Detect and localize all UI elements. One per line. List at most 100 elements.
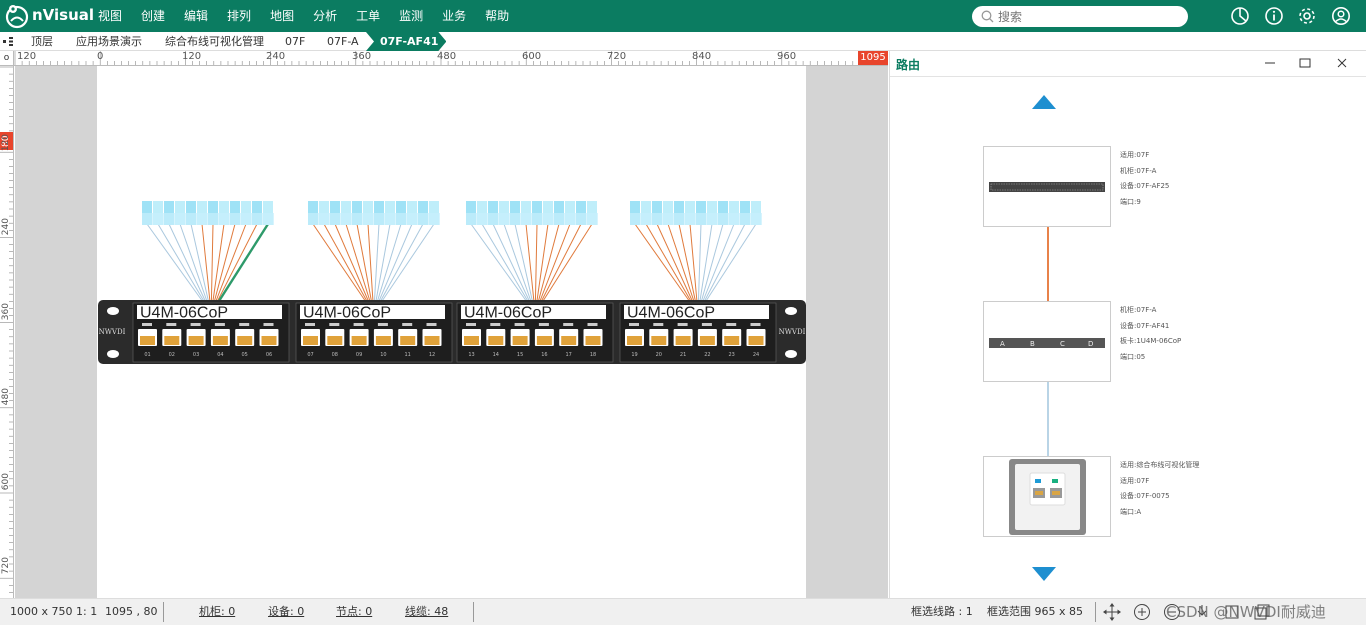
pie-chart-icon[interactable]: [1230, 6, 1250, 26]
port-led: [750, 323, 761, 326]
port-number: 11: [405, 352, 411, 358]
menu-help[interactable]: 帮助: [485, 0, 519, 32]
menu-workorder[interactable]: 工单: [356, 0, 390, 32]
info-line: 端口:9: [1120, 197, 1141, 206]
scroll-up-arrow-icon[interactable]: [1032, 95, 1056, 109]
drawing-canvas[interactable]: NWVDI NWVDI U4M-06CoP 01 02 03 04 05 06 U4M-06C…: [15, 66, 888, 598]
breadcrumb-item-scenario[interactable]: 应用场景演示: [76, 32, 142, 51]
port-number: 05: [242, 352, 248, 358]
module-card[interactable]: U4M-06CoP 07 08 09 10 11 12: [295, 302, 453, 363]
port-jack: [261, 336, 277, 345]
port-number: 07: [307, 352, 313, 358]
pan-move-icon[interactable]: [1103, 603, 1121, 621]
route-node-switch[interactable]: [983, 146, 1111, 227]
v-ruler-label: 720: [1, 557, 11, 575]
scroll-down-arrow-icon[interactable]: [1032, 567, 1056, 581]
cable-line: [534, 223, 538, 303]
cable-line: [540, 223, 582, 303]
port-jack: [188, 336, 204, 345]
vertical-ruler: 80 120 240 360 480 600 720: [0, 66, 14, 598]
menu-create[interactable]: 创建: [141, 0, 175, 32]
minimize-icon[interactable]: [1263, 56, 1277, 70]
maximize-icon[interactable]: [1298, 56, 1312, 70]
route-node-info: 适用:综合布线可视化管理 适用:07F 设备:07F-0075 端口:A: [1120, 458, 1199, 520]
info-line: 设备:07F-0075: [1120, 492, 1170, 500]
module-card[interactable]: U4M-06CoP 01 02 03 04 05 06: [132, 302, 290, 363]
port-jack: [400, 336, 416, 345]
h-ruler-label: 600: [522, 51, 542, 62]
menu-business[interactable]: 业务: [442, 0, 476, 32]
search-box[interactable]: [972, 6, 1188, 27]
info-line: 端口:05: [1120, 352, 1146, 361]
cable-line: [541, 223, 593, 303]
port-number: 19: [631, 352, 637, 358]
fiber-connector-strip[interactable]: [630, 201, 762, 225]
port-led: [629, 323, 639, 326]
cabinet-count[interactable]: 机柜: 0: [199, 599, 235, 625]
port-jack: [488, 336, 504, 345]
port-led: [653, 323, 664, 326]
patch-panel-icon: A B C D: [989, 338, 1105, 348]
port-led: [563, 323, 574, 326]
connector-body: [142, 213, 274, 225]
port-jack: [651, 336, 667, 345]
slot-label: B: [1030, 340, 1035, 348]
patch-panel-device[interactable]: NWVDI NWVDI U4M-06CoP01 02 03 04 05 06U4M-06C…: [98, 300, 806, 364]
status-divider: [473, 602, 474, 622]
route-node-patch-panel[interactable]: A B C D: [983, 301, 1111, 382]
search-input[interactable]: [998, 8, 1178, 25]
gear-icon[interactable]: [1297, 6, 1317, 26]
port-number: 14: [493, 352, 499, 358]
breadcrumb-item-top[interactable]: 顶层: [31, 32, 53, 51]
port-jack: [237, 336, 253, 345]
port-number: 01: [144, 352, 150, 358]
menu-analysis[interactable]: 分析: [313, 0, 347, 32]
mount-hole: [785, 350, 797, 358]
menu-map[interactable]: 地图: [270, 0, 304, 32]
info-line: 板卡:1U4M-06CoP: [1120, 337, 1182, 345]
info-line: 机柜:07F-A: [1120, 306, 1157, 314]
port-jack: [303, 336, 318, 345]
device-count[interactable]: 设备: 0: [268, 599, 304, 625]
port-led: [190, 323, 201, 326]
mount-hole: [785, 307, 797, 315]
cable-count[interactable]: 线缆: 48: [405, 599, 448, 625]
menu-edit[interactable]: 编辑: [184, 0, 218, 32]
port-number: 12: [429, 352, 435, 358]
port-led: [263, 323, 274, 326]
breadcrumb-item-floor[interactable]: 07F: [285, 32, 305, 51]
fiber-connector-strip[interactable]: [142, 201, 274, 225]
menu-view[interactable]: 视图: [98, 0, 132, 32]
route-node-wall-outlet[interactable]: [983, 456, 1111, 537]
tree-toggle-icon[interactable]: [3, 37, 13, 46]
menu-monitor[interactable]: 监测: [399, 0, 433, 32]
fiber-connector-strip[interactable]: [308, 201, 440, 225]
v-ruler-label: 120: [1, 134, 11, 152]
close-icon[interactable]: [1335, 56, 1349, 70]
port-jack: [627, 336, 642, 345]
port-led: [677, 323, 688, 326]
breadcrumb-item-cabling[interactable]: 综合布线可视化管理: [165, 32, 264, 51]
route-node-info: 机柜:07F-A 设备:07F-AF41 板卡:1U4M-06CoP 端口:05: [1120, 303, 1181, 365]
breadcrumb-item-cabinet[interactable]: 07F-A: [327, 32, 359, 51]
module-card[interactable]: U4M-06CoP 19 20 21 22 23 24: [619, 302, 777, 363]
h-ruler-position-marker: 1095: [858, 51, 888, 65]
port-led: [305, 323, 315, 326]
port-led: [426, 323, 437, 326]
fiber-connector-strip[interactable]: [466, 201, 598, 225]
cable-line: [539, 223, 571, 303]
node-count[interactable]: 节点: 0: [336, 599, 372, 625]
info-icon[interactable]: [1264, 6, 1284, 26]
module-card[interactable]: U4M-06CoP 13 14 15 16 17 18: [456, 302, 614, 363]
watermark: CSDN @NWVDI耐威迪: [1166, 603, 1326, 621]
connector-body: [466, 213, 598, 225]
cable-line: [645, 223, 692, 303]
user-icon[interactable]: [1331, 6, 1351, 26]
info-line: 适用:07F: [1120, 476, 1150, 485]
connectors-layer: [142, 201, 762, 225]
port-number: 23: [729, 352, 735, 358]
breadcrumb-item-device[interactable]: 07F-AF41: [366, 32, 446, 51]
port-led: [329, 323, 340, 326]
zoom-in-icon[interactable]: [1133, 603, 1151, 621]
menu-arrange[interactable]: 排列: [227, 0, 261, 32]
